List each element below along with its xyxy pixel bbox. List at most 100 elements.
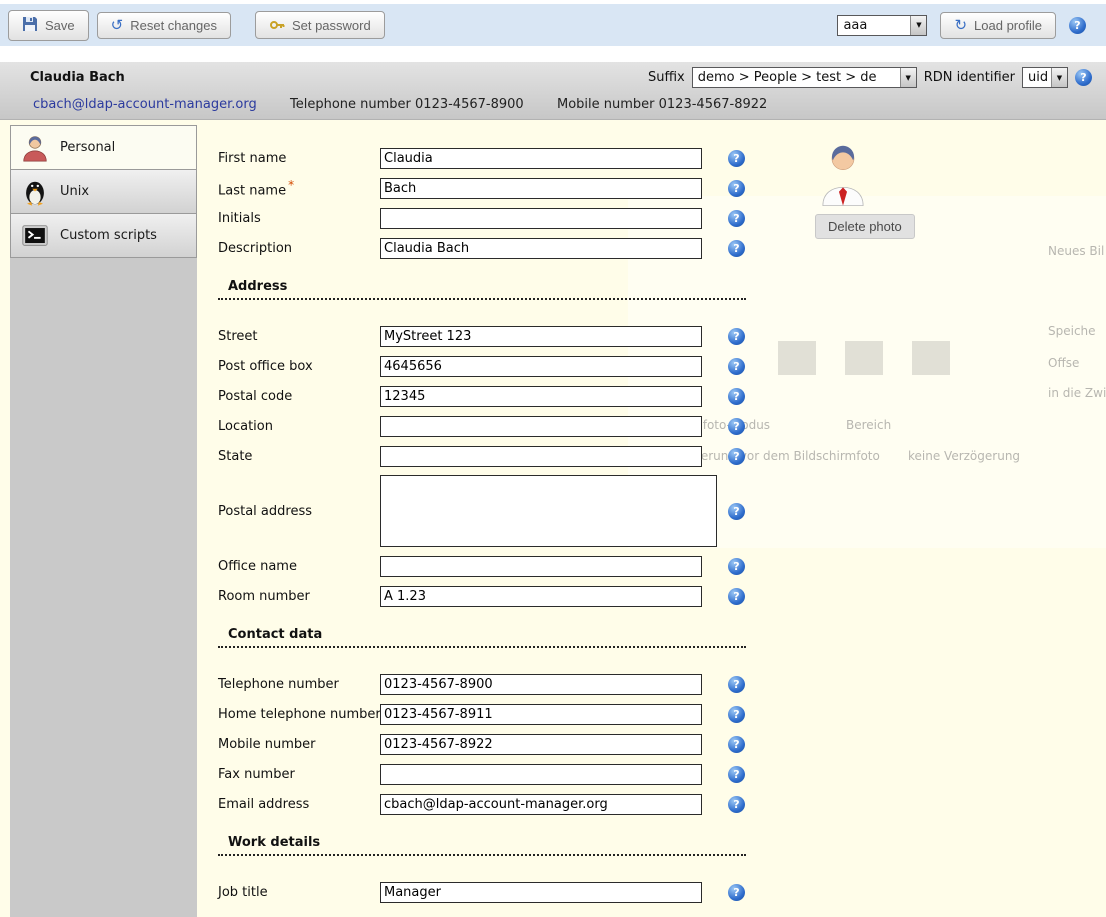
email-address-input[interactable] [380, 794, 702, 815]
room-number-input[interactable] [380, 586, 702, 607]
undo-icon: ↺ [111, 18, 124, 33]
help-icon[interactable]: ? [728, 558, 745, 575]
reset-changes-button[interactable]: ↺ Reset changes [97, 12, 231, 39]
help-icon[interactable]: ? [728, 418, 745, 435]
delete-photo-button[interactable]: Delete photo [815, 214, 915, 239]
room-number-label: Room number [218, 589, 380, 604]
field-row-telephone-number: Telephone number ? [218, 669, 758, 699]
tab-personal[interactable]: Personal [10, 125, 197, 170]
postal-code-input[interactable] [380, 386, 702, 407]
dropdown-arrow-icon: ▼ [1051, 68, 1067, 87]
suffix-select-value: demo > People > test > de [693, 68, 900, 87]
load-profile-button[interactable]: ↻ Load profile [940, 12, 1056, 39]
help-icon[interactable]: ? [728, 358, 745, 375]
header-help-icon[interactable]: ? [1075, 69, 1092, 86]
description-input[interactable] [380, 238, 702, 259]
lam-user-edit-page: Save ↺ Reset changes Set password aaa ▼ … [0, 0, 1106, 917]
help-icon[interactable]: ? [728, 796, 745, 813]
account-email-link[interactable]: cbach@ldap-account-manager.org [33, 97, 257, 112]
home-telephone-number-label: Home telephone number [218, 707, 380, 722]
last-name-label-text: Last name [218, 183, 286, 198]
help-icon[interactable]: ? [728, 240, 745, 257]
field-row-postal-address: Postal address ? [218, 471, 758, 551]
last-name-input[interactable] [380, 178, 702, 199]
tab-custom-scripts-label: Custom scripts [60, 228, 157, 243]
street-input[interactable] [380, 326, 702, 347]
save-button[interactable]: Save [8, 10, 89, 41]
state-input[interactable] [380, 446, 702, 467]
initials-input[interactable] [380, 208, 702, 229]
help-icon[interactable]: ? [728, 884, 745, 901]
field-row-home-telephone-number: Home telephone number ? [218, 699, 758, 729]
home-telephone-number-input[interactable] [380, 704, 702, 725]
refresh-icon: ↻ [954, 18, 967, 33]
ghost-text: Speiche [1048, 324, 1096, 338]
help-icon[interactable]: ? [728, 210, 745, 227]
postal-code-label: Postal code [218, 389, 380, 404]
help-icon[interactable]: ? [728, 736, 745, 753]
postal-address-textarea[interactable] [380, 475, 717, 547]
field-row-postal-code: Postal code ? [218, 381, 758, 411]
field-row-job-title: Job title ? [218, 877, 758, 907]
dropdown-arrow-icon: ▼ [910, 16, 926, 35]
post-office-box-input[interactable] [380, 356, 702, 377]
last-name-label: Last name* [218, 178, 380, 198]
description-label: Description [218, 241, 380, 256]
tab-unix-label: Unix [60, 184, 89, 199]
help-icon[interactable]: ? [728, 676, 745, 693]
field-row-location: Location ? [218, 411, 758, 441]
help-icon[interactable]: ? [728, 588, 745, 605]
street-label: Street [218, 329, 380, 344]
fax-number-input[interactable] [380, 764, 702, 785]
save-icon [22, 16, 38, 35]
section-header-address: Address [218, 277, 746, 300]
help-icon[interactable]: ? [728, 706, 745, 723]
save-button-label: Save [45, 18, 75, 33]
state-label: State [218, 449, 380, 464]
help-icon[interactable]: ? [728, 448, 745, 465]
account-telephone: Telephone number 0123-4567-8900 [290, 97, 524, 112]
help-icon[interactable]: ? [728, 766, 745, 783]
mobile-number-input[interactable] [380, 734, 702, 755]
first-name-input[interactable] [380, 148, 702, 169]
tab-unix[interactable]: Unix [10, 169, 197, 214]
help-icon[interactable]: ? [728, 388, 745, 405]
field-row-room-number: Room number ? [218, 581, 758, 611]
first-name-label: First name [218, 151, 380, 166]
field-row-street: Street ? [218, 321, 758, 351]
ghost-thumbnail [845, 341, 883, 375]
terminal-icon [20, 221, 50, 251]
location-input[interactable] [380, 416, 702, 437]
field-row-state: State ? [218, 441, 758, 471]
field-row-initials: Initials ? [218, 203, 758, 233]
set-password-button[interactable]: Set password [255, 11, 385, 39]
account-mobile: Mobile number 0123-4567-8922 [557, 97, 767, 112]
field-row-description: Description ? [218, 233, 758, 263]
personal-form: First name ? Last name* ? Initials ? Des… [218, 143, 758, 907]
mobile-number-label: Mobile number [218, 737, 380, 752]
section-header-contact-data: Contact data [218, 625, 746, 648]
help-icon[interactable]: ? [728, 180, 745, 197]
postal-address-label: Postal address [218, 504, 380, 519]
tux-icon [20, 177, 50, 207]
help-icon[interactable]: ? [728, 328, 745, 345]
load-profile-label: Load profile [974, 18, 1042, 33]
suffix-select[interactable]: demo > People > test > de ▼ [692, 67, 917, 88]
profile-select[interactable]: aaa ▼ [837, 15, 927, 36]
top-toolbar: Save ↺ Reset changes Set password aaa ▼ … [0, 4, 1106, 46]
office-name-input[interactable] [380, 556, 702, 577]
rdn-identifier-label: RDN identifier [924, 70, 1015, 85]
help-icon[interactable]: ? [728, 150, 745, 167]
user-photo [820, 142, 866, 206]
field-row-mobile-number: Mobile number ? [218, 729, 758, 759]
job-title-label: Job title [218, 885, 380, 900]
ghost-text: in die Zwischen [1048, 386, 1106, 400]
field-row-email-address: Email address ? [218, 789, 758, 819]
toolbar-help-icon[interactable]: ? [1069, 17, 1086, 34]
rdn-identifier-select[interactable]: uid ▼ [1022, 67, 1068, 88]
tab-custom-scripts[interactable]: Custom scripts [10, 213, 197, 258]
telephone-number-input[interactable] [380, 674, 702, 695]
help-icon[interactable]: ? [728, 503, 745, 520]
ghost-text: Bereich [846, 418, 891, 432]
job-title-input[interactable] [380, 882, 702, 903]
